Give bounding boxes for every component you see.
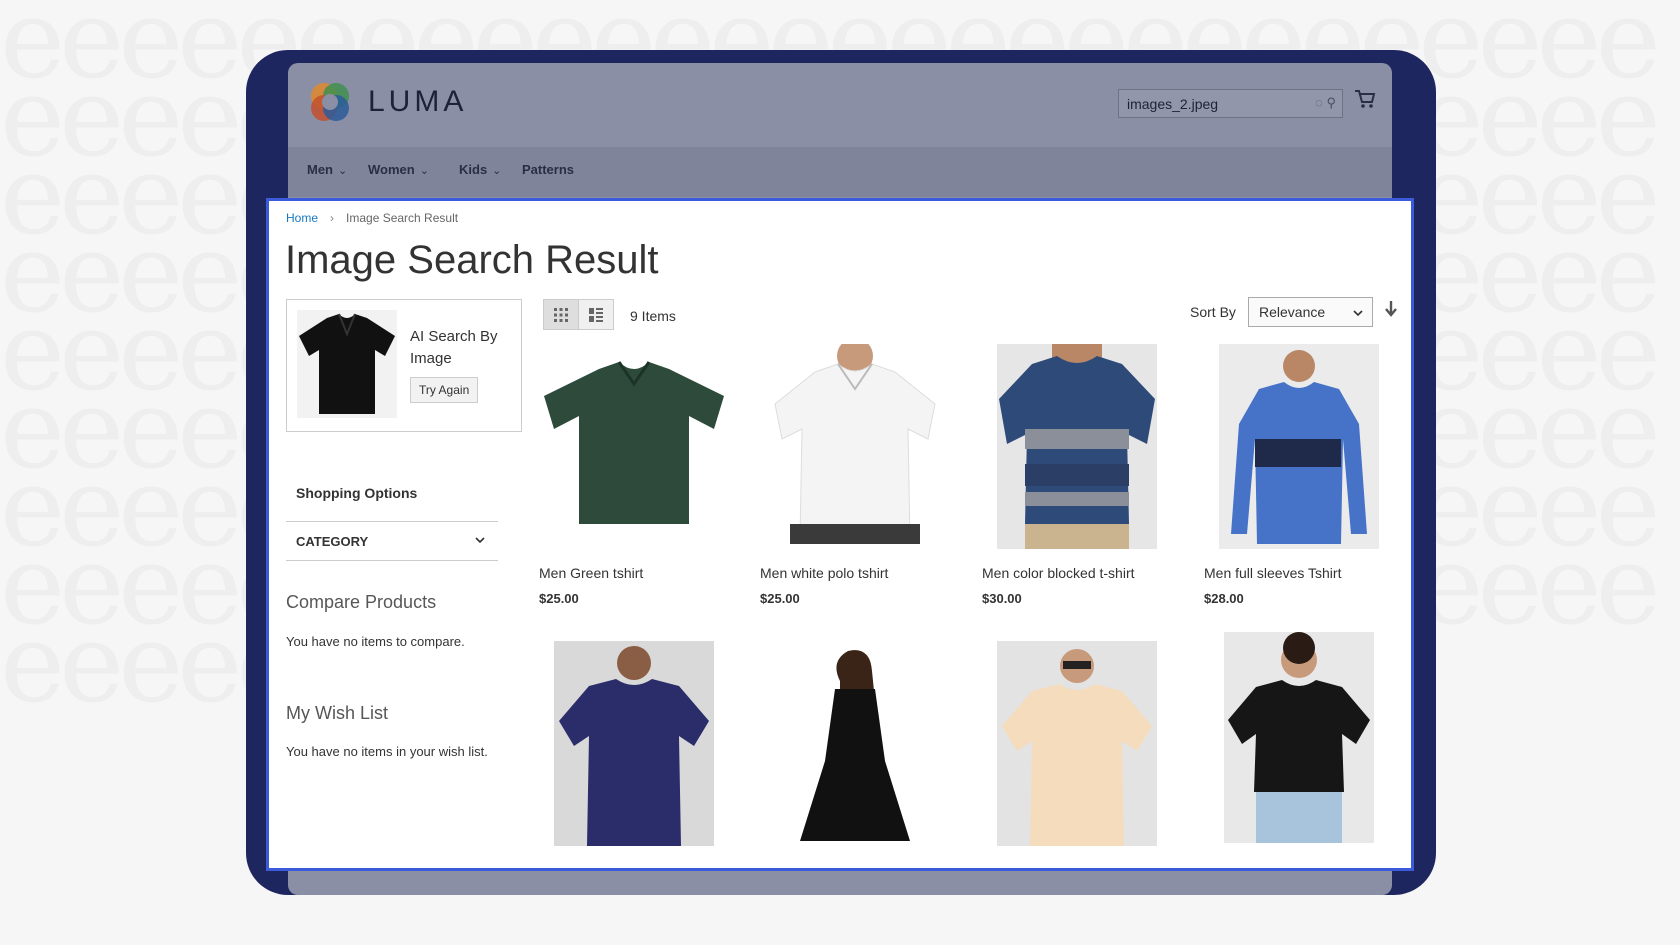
- full-sleeves-shirt-icon: [1231, 350, 1367, 544]
- search-input[interactable]: images_2.jpeg ◌ ⚲: [1118, 89, 1343, 118]
- chevron-down-icon: ⌄: [419, 165, 429, 177]
- product-price: $25.00: [539, 591, 579, 606]
- product-image[interactable]: [760, 344, 950, 549]
- product-name[interactable]: Men white polo tshirt: [760, 565, 888, 581]
- black-tshirt-icon: [1228, 632, 1370, 843]
- wishlist-title: My Wish List: [286, 703, 389, 723]
- camera-icon[interactable]: ◌: [1315, 95, 1323, 110]
- sort-by-label: Sort By: [1190, 304, 1236, 320]
- chevron-down-icon: [475, 537, 485, 544]
- main-content: Home › Image Search Result Image Search Re…: [266, 198, 1414, 871]
- navy-tshirt-icon: [559, 646, 709, 846]
- product-price: $30.00: [982, 591, 1022, 606]
- site-header: LUMA images_2.jpeg ◌ ⚲: [288, 63, 1392, 147]
- luma-logo-icon[interactable]: [308, 80, 352, 124]
- product-image[interactable]: [539, 344, 729, 549]
- beige-tshirt-icon: [1002, 649, 1152, 846]
- product-photo: [554, 641, 714, 846]
- search-icon[interactable]: ⚲: [1326, 95, 1336, 110]
- green-tshirt-icon: [544, 361, 724, 524]
- main-nav: Men ⌄ Women ⌄ Kids ⌄ Patterns: [288, 147, 1392, 197]
- try-again-button[interactable]: Try Again: [410, 377, 479, 403]
- list-view-button[interactable]: [578, 299, 614, 330]
- wishlist-empty-text: You have no items in your wish list.: [286, 744, 488, 759]
- product-name[interactable]: Men color blocked t-shirt: [982, 565, 1135, 581]
- nav-item-kids[interactable]: Kids ⌄: [459, 162, 501, 177]
- breadcrumb-current: Image Search Result: [346, 211, 459, 225]
- category-filter[interactable]: CATEGORY: [286, 521, 498, 561]
- product-photo: [1224, 632, 1374, 843]
- breadcrumb-separator-icon: ›: [330, 211, 335, 225]
- grid-icon: [554, 307, 568, 322]
- product-image[interactable]: [982, 641, 1172, 846]
- sort-direction-arrow-icon[interactable]: [1384, 300, 1398, 318]
- compare-products-title: Compare Products: [286, 592, 437, 612]
- ai-search-box: AI Search By Image Try Again: [286, 299, 522, 432]
- logo-text[interactable]: LUMA: [368, 85, 467, 119]
- chevron-down-icon: ⌄: [338, 165, 348, 177]
- sort-select[interactable]: Relevance: [1248, 297, 1373, 327]
- compare-empty-text: You have no items to compare.: [286, 634, 465, 649]
- nav-item-men[interactable]: Men ⌄: [307, 162, 347, 177]
- breadcrumb-home-link[interactable]: Home: [286, 211, 318, 225]
- chevron-down-icon: [1353, 310, 1363, 317]
- category-filter-label: CATEGORY: [296, 534, 369, 549]
- nav-item-patterns[interactable]: Patterns: [522, 162, 574, 177]
- white-polo-icon: [774, 344, 936, 544]
- product-name[interactable]: Men full sleeves Tshirt: [1204, 565, 1341, 581]
- search-value: images_2.jpeg: [1127, 96, 1219, 112]
- product-image[interactable]: [539, 641, 729, 846]
- product-image[interactable]: [760, 641, 950, 846]
- ai-search-label: AI Search By Image: [410, 328, 498, 367]
- chevron-down-icon: ⌄: [492, 165, 502, 177]
- product-image[interactable]: [982, 344, 1172, 549]
- sort-select-value: Relevance: [1259, 304, 1326, 320]
- shopping-options-title: Shopping Options: [296, 485, 418, 501]
- product-price: $28.00: [1204, 591, 1244, 606]
- product-price: $25.00: [760, 591, 800, 606]
- nav-item-women[interactable]: Women ⌄: [368, 162, 429, 177]
- color-blocked-shirt-icon: [999, 344, 1155, 549]
- product-image[interactable]: [1204, 632, 1394, 843]
- page-title: Image Search Result: [285, 238, 659, 282]
- query-image-thumbnail: [297, 310, 397, 418]
- product-image[interactable]: [1204, 344, 1394, 549]
- product-photo: [997, 641, 1157, 846]
- items-count: 9 Items: [630, 308, 676, 324]
- grid-view-button[interactable]: [543, 299, 579, 330]
- list-icon: [589, 307, 603, 322]
- tshirt-icon: [299, 313, 395, 414]
- product-photo: [1219, 344, 1379, 549]
- cart-icon[interactable]: [1354, 89, 1376, 109]
- product-photo: [997, 344, 1157, 549]
- black-dress-icon: [800, 650, 910, 841]
- breadcrumb: Home › Image Search Result: [286, 211, 458, 225]
- product-name[interactable]: Men Green tshirt: [539, 565, 643, 581]
